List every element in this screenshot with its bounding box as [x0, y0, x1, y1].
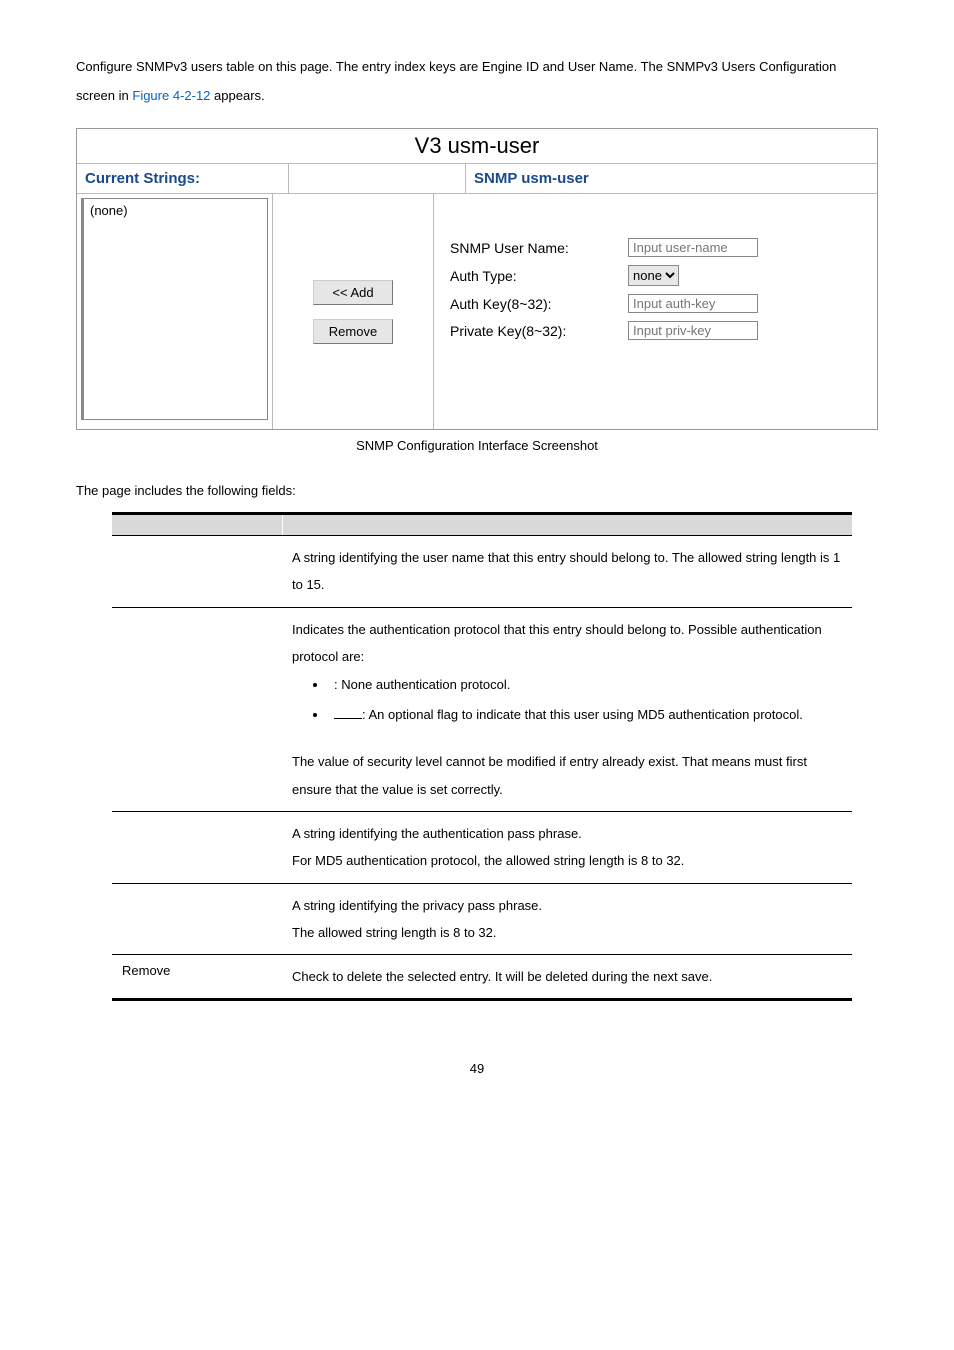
intro-paragraph: Configure SNMPv3 users table on this pag…: [76, 53, 878, 110]
bullet-none-text: : None authentication protocol.: [334, 677, 510, 692]
desc-line-2: The allowed string length is 8 to 32.: [292, 919, 842, 946]
table-row: Remove Check to delete the selected entr…: [112, 955, 852, 1000]
current-strings-header: Current Strings:: [77, 164, 289, 193]
authtype-label: Auth Type:: [450, 268, 628, 284]
authkey-label: Auth Key(8~32):: [450, 296, 628, 312]
panel-title: V3 usm-user: [77, 129, 877, 164]
table-row: A string identifying the authentication …: [112, 811, 852, 883]
object-cell: [112, 536, 282, 608]
desc-line-1: Check to delete the selected entry. It w…: [292, 963, 842, 990]
header-object-col: [112, 514, 282, 536]
username-label: SNMP User Name:: [450, 240, 628, 256]
object-cell-remove: Remove: [112, 955, 282, 1000]
figure-reference-link[interactable]: Figure 4-2-12: [132, 88, 210, 103]
bullet-md5: : An optional flag to indicate that this…: [328, 700, 842, 730]
bullet-md5-text: : An optional flag to indicate that this…: [362, 707, 803, 722]
table-row: Indicates the authentication protocol th…: [112, 607, 852, 811]
fields-intro: The page includes the following fields:: [76, 483, 878, 498]
desc-text: A string identifying the user name that …: [292, 550, 840, 592]
object-cell: [112, 607, 282, 811]
panel-caption: SNMP Configuration Interface Screenshot: [76, 438, 878, 453]
desc-intro: Indicates the authentication protocol th…: [292, 616, 842, 671]
desc-outro: The value of security level cannot be mo…: [292, 748, 842, 803]
page-number: 49: [76, 1061, 878, 1076]
fields-description-table: A string identifying the user name that …: [112, 512, 852, 1001]
privkey-label: Private Key(8~32):: [450, 323, 628, 339]
username-input[interactable]: [628, 238, 758, 257]
desc-line-1: A string identifying the privacy pass ph…: [292, 892, 842, 919]
authkey-input[interactable]: [628, 294, 758, 313]
desc-line-1: A string identifying the authentication …: [292, 820, 842, 847]
privkey-input[interactable]: [628, 321, 758, 340]
snmp-config-panel: V3 usm-user Current Strings: SNMP usm-us…: [76, 128, 878, 430]
remove-button[interactable]: Remove: [313, 319, 393, 344]
table-header-row: [112, 514, 852, 536]
object-cell: [112, 883, 282, 955]
desc-cell: Indicates the authentication protocol th…: [282, 607, 852, 811]
snmp-usm-user-header: SNMP usm-user: [466, 164, 877, 193]
blank-underline: [334, 718, 362, 719]
table-row: A string identifying the privacy pass ph…: [112, 883, 852, 955]
authtype-select[interactable]: none: [628, 265, 679, 286]
desc-line-2: For MD5 authentication protocol, the all…: [292, 847, 842, 874]
desc-cell: A string identifying the user name that …: [282, 536, 852, 608]
header-desc-col: [287, 514, 853, 536]
list-item-none[interactable]: (none): [90, 203, 128, 218]
bullet-none: : None authentication protocol.: [328, 670, 842, 700]
desc-cell: Check to delete the selected entry. It w…: [282, 955, 852, 1000]
add-button[interactable]: << Add: [313, 280, 393, 305]
intro-text-2: appears.: [214, 88, 265, 103]
header-mid-spacer: [289, 164, 466, 193]
desc-cell: A string identifying the privacy pass ph…: [282, 883, 852, 955]
current-strings-list[interactable]: (none): [81, 198, 268, 420]
object-cell: [112, 811, 282, 883]
table-row: A string identifying the user name that …: [112, 536, 852, 608]
desc-cell: A string identifying the authentication …: [282, 811, 852, 883]
